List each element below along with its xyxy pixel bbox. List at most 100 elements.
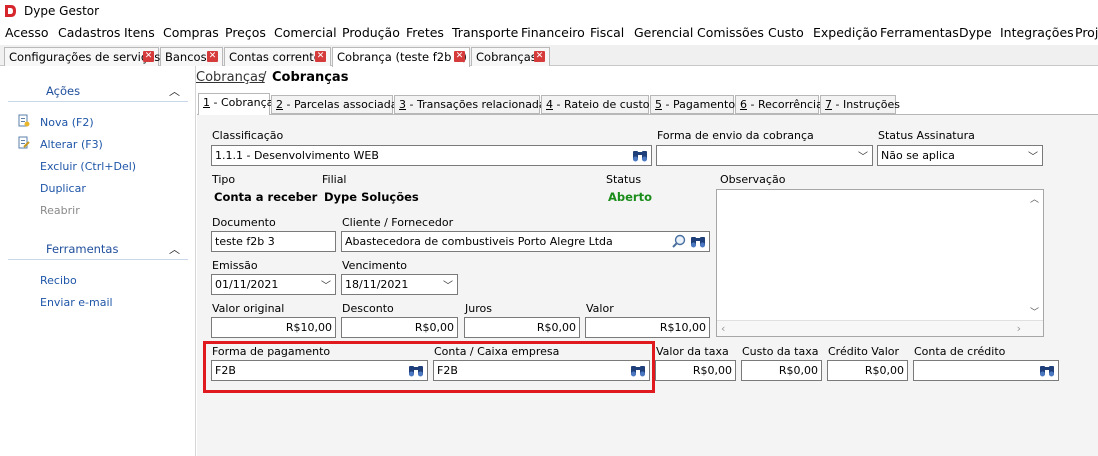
tab-key: 7 <box>825 98 832 111</box>
status-label: Status <box>606 173 642 186</box>
conta-credito-label: Conta de crédito <box>914 345 1006 358</box>
binoculars-icon[interactable] <box>689 234 707 249</box>
close-icon[interactable]: ✕ <box>454 51 465 62</box>
reopen-action-link[interactable]: Reabrir <box>40 204 80 217</box>
menu-item-ferramentas[interactable]: Ferramentas <box>880 25 959 40</box>
scroll-up-icon[interactable]: ︿ <box>1030 192 1039 205</box>
breadcrumb-parent-link[interactable]: Cobranças <box>196 70 265 85</box>
classificacao-label: Classificação <box>212 129 284 142</box>
menu-item-dype[interactable]: Dype <box>959 25 992 40</box>
close-icon[interactable]: ✕ <box>143 51 154 62</box>
doc-tab-cobranca-teste[interactable]: Cobrança (teste f2b 3) ✕ <box>332 47 470 67</box>
tab-key: 3 <box>399 98 406 111</box>
tipo-value: Conta a receber <box>214 190 318 204</box>
menu-item-acesso[interactable]: Acesso <box>5 25 49 40</box>
menu-item-itens[interactable]: Itens <box>124 25 155 40</box>
tools-group-header[interactable]: Ferramentas ︿ <box>8 238 188 260</box>
valor-taxa-input[interactable]: R$0,00 <box>655 360 736 381</box>
vencimento-date-picker[interactable]: 18/11/2021 ﹀ <box>341 274 458 295</box>
chevron-up-icon[interactable]: ︿ <box>169 241 180 257</box>
chevron-up-icon[interactable]: ︿ <box>169 83 180 99</box>
scroll-down-icon[interactable]: ﹀ <box>1030 305 1039 318</box>
menu-item-gerencial[interactable]: Gerencial <box>634 25 693 40</box>
doc-tab-label: Configurações de serviços <box>9 50 161 64</box>
edit-action-link[interactable]: Alterar (F3) <box>40 138 103 151</box>
scroll-right-icon[interactable]: › <box>1017 322 1021 335</box>
chevron-down-icon[interactable]: ﹀ <box>443 277 453 292</box>
cliente-field[interactable]: Abastecedora de combustiveis Porto Alegr… <box>341 231 710 252</box>
status-assinatura-label: Status Assinatura <box>878 129 975 142</box>
highlight-box <box>203 341 655 393</box>
binoculars-icon[interactable] <box>631 148 649 163</box>
status-assinatura-select[interactable]: Não se aplica ﹀ <box>877 145 1043 166</box>
menu-item-fiscal[interactable]: Fiscal <box>590 25 624 40</box>
chevron-down-icon[interactable]: ﹀ <box>1028 148 1038 163</box>
credito-valor-value: R$0,00 <box>864 364 904 377</box>
menu-item-financeiro[interactable]: Financeiro <box>521 25 585 40</box>
filial-label: Filial <box>322 173 347 186</box>
receipt-action-link[interactable]: Recibo <box>40 274 77 287</box>
tab-transacoes[interactable]: 3 - Transações relacionadas <box>394 95 551 114</box>
doc-tab-label: Bancos <box>165 50 207 64</box>
menu-item-expedicao[interactable]: Expedição <box>813 25 878 40</box>
tab-recorrencia[interactable]: 6 - Recorrência <box>735 95 823 114</box>
forma-envio-select[interactable]: ﹀ <box>656 145 873 166</box>
duplicate-action-link[interactable]: Duplicar <box>40 182 86 195</box>
menu-item-comissoes[interactable]: Comissões <box>697 25 764 40</box>
menu-item-integracoes[interactable]: Integrações <box>1000 25 1074 40</box>
binoculars-icon[interactable] <box>1038 363 1056 378</box>
valor-input[interactable]: R$10,00 <box>585 317 710 338</box>
menu-item-comercial[interactable]: Comercial <box>274 25 337 40</box>
vencimento-label: Vencimento <box>342 259 408 272</box>
custo-taxa-input[interactable]: R$0,00 <box>741 360 822 381</box>
menu-item-precos[interactable]: Preços <box>225 25 266 40</box>
actions-group-header[interactable]: Ações ︿ <box>8 80 188 102</box>
observacao-textarea[interactable]: ︿ ﹀ ‹ › <box>716 189 1044 337</box>
window-title: Dype Gestor <box>24 4 100 18</box>
credito-valor-input[interactable]: R$0,00 <box>827 360 908 381</box>
magnifier-icon[interactable] <box>671 234 687 249</box>
doc-tab-cobrancas[interactable]: Cobranças ✕ <box>471 47 550 66</box>
tab-key: 5 <box>655 98 662 111</box>
tab-instrucoes[interactable]: 7 - Instruções <box>820 95 900 114</box>
tab-cobranca[interactable]: 1 - Cobrança <box>198 93 273 115</box>
menu-item-custo[interactable]: Custo <box>768 25 804 40</box>
tab-key: 2 <box>276 98 283 111</box>
tab-label: - Rateio de custos <box>553 98 656 111</box>
menu-item-cadastros[interactable]: Cadastros <box>58 25 120 40</box>
menu-item-transporte[interactable]: Transporte <box>452 25 518 40</box>
menu-item-projetos[interactable]: Proj <box>1075 25 1098 40</box>
classificacao-field[interactable]: 1.1.1 - Desenvolvimento WEB <box>211 145 652 166</box>
close-icon[interactable]: ✕ <box>534 51 545 62</box>
new-action-link[interactable]: Nova (F2) <box>40 116 94 129</box>
menu-item-producao[interactable]: Produção <box>342 25 400 40</box>
delete-action-link[interactable]: Excluir (Ctrl+Del) <box>40 160 136 173</box>
valor-original-input[interactable]: R$10,00 <box>211 317 336 338</box>
documento-input[interactable]: teste f2b 3 <box>211 231 336 252</box>
doc-tab-contas-corrente[interactable]: Contas corrente ✕ <box>224 47 331 66</box>
menu-item-compras[interactable]: Compras <box>163 25 219 40</box>
horizontal-scrollbar[interactable]: ‹ › <box>717 320 1043 336</box>
tab-parcelas[interactable]: 2 - Parcelas associadas <box>271 95 403 114</box>
tab-pagamentos[interactable]: 5 - Pagamentos <box>650 95 741 114</box>
close-icon[interactable]: ✕ <box>207 51 218 62</box>
menu-item-fretes[interactable]: Fretes <box>406 25 444 40</box>
juros-input[interactable]: R$0,00 <box>464 317 580 338</box>
chevron-down-icon[interactable]: ﹀ <box>858 148 868 163</box>
desconto-input[interactable]: R$0,00 <box>341 317 458 338</box>
scroll-left-icon[interactable]: ‹ <box>721 322 725 335</box>
tab-key: 6 <box>740 98 747 111</box>
conta-credito-field[interactable] <box>913 360 1059 381</box>
breadcrumb-separator: / <box>262 70 267 85</box>
chevron-down-icon[interactable]: ﹀ <box>321 277 331 292</box>
close-icon[interactable]: ✕ <box>315 51 326 62</box>
custo-taxa-value: R$0,00 <box>778 364 818 377</box>
doc-tab-label: Cobrança (teste f2b 3) <box>337 50 467 64</box>
send-email-action-link[interactable]: Enviar e-mail <box>40 296 113 309</box>
tab-rateio[interactable]: 4 - Rateio de custos <box>541 95 655 114</box>
doc-tab-bancos[interactable]: Bancos ✕ <box>160 47 223 66</box>
custo-taxa-label: Custo da taxa <box>742 345 819 358</box>
document-tab-strip: Configurações de serviços ✕ Bancos ✕ Con… <box>0 45 1098 67</box>
doc-tab-configuracoes[interactable]: Configurações de serviços ✕ <box>4 47 161 66</box>
emissao-date-picker[interactable]: 01/11/2021 ﹀ <box>211 274 336 295</box>
